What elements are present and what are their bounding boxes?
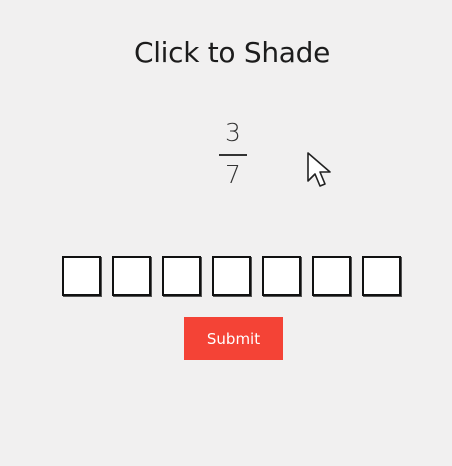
shade-box-4[interactable] [212,256,251,296]
page-title: Click to Shade [133,36,331,69]
shade-task: Click to Shade 3 7 Submit [0,0,452,466]
shade-box-row [62,256,407,298]
fraction-denominator: 7 [225,160,241,189]
mouse-pointer-icon [307,152,331,187]
shade-box-3[interactable] [162,256,201,296]
shade-box-1[interactable] [62,256,101,296]
shade-box-6[interactable] [312,256,351,296]
shade-box-2[interactable] [112,256,151,296]
fraction-bar [219,154,247,156]
shade-box-7[interactable] [362,256,401,296]
shade-box-5[interactable] [262,256,301,296]
fraction-numerator: 3 [225,118,241,147]
fraction-display: 3 7 [212,118,254,190]
submit-button[interactable]: Submit [184,317,283,360]
